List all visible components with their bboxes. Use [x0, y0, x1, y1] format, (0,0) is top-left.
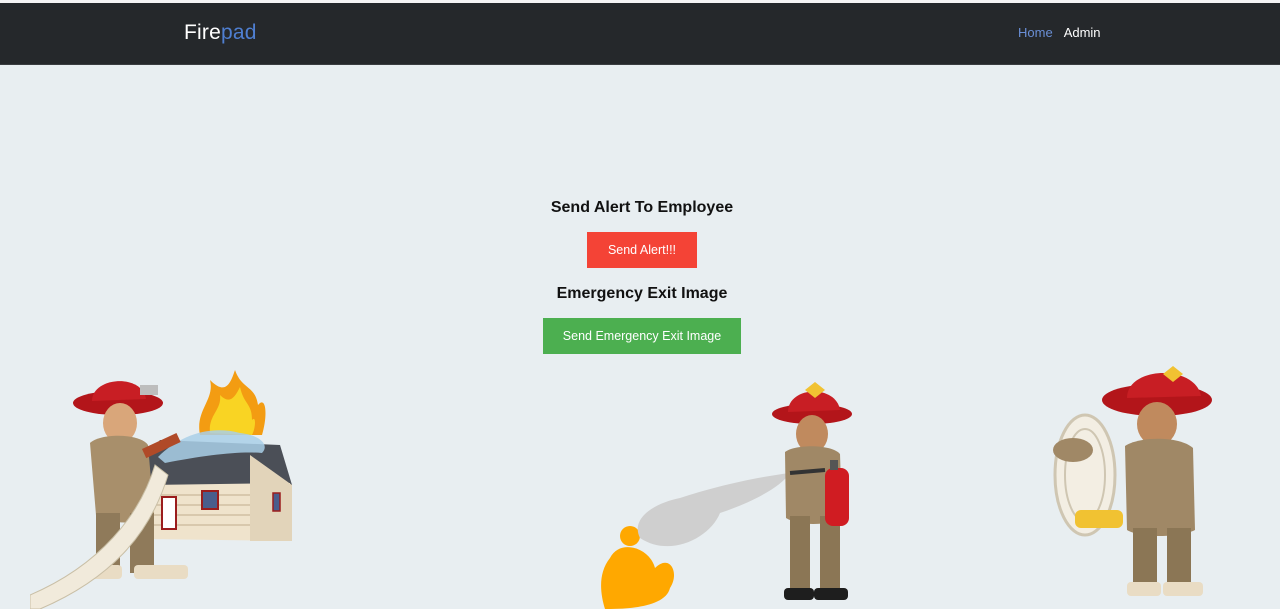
firefighter-house-illustration: [30, 370, 292, 609]
send-alert-button[interactable]: Send Alert!!!: [587, 232, 697, 268]
nav-home-link[interactable]: Home: [1018, 25, 1053, 41]
firefighter-hose-illustration: [1053, 366, 1212, 596]
nav-admin-link[interactable]: Admin: [1064, 25, 1101, 41]
firefighter-right-figure: [1102, 366, 1212, 596]
firefighter-extinguisher-illustration: [601, 382, 852, 609]
brand-text-fire: Fire: [184, 21, 221, 44]
exit-heading: Emergency Exit Image: [556, 285, 728, 302]
alert-heading: Send Alert To Employee: [550, 199, 734, 216]
extinguisher-spray: [637, 473, 790, 547]
navbar: Firepad Home Admin: [0, 3, 1280, 65]
brand-text-pad: pad: [220, 21, 257, 44]
send-exit-image-button[interactable]: Send Emergency Exit Image: [543, 318, 741, 354]
nav-links: Home Admin: [1018, 25, 1101, 41]
firefighter-middle-figure: [772, 382, 852, 600]
hand-icon: [1053, 438, 1093, 462]
fire-icon: [199, 370, 266, 435]
hose-roll-icon: [1053, 413, 1123, 537]
brand-logo[interactable]: Firepad: [184, 20, 257, 46]
